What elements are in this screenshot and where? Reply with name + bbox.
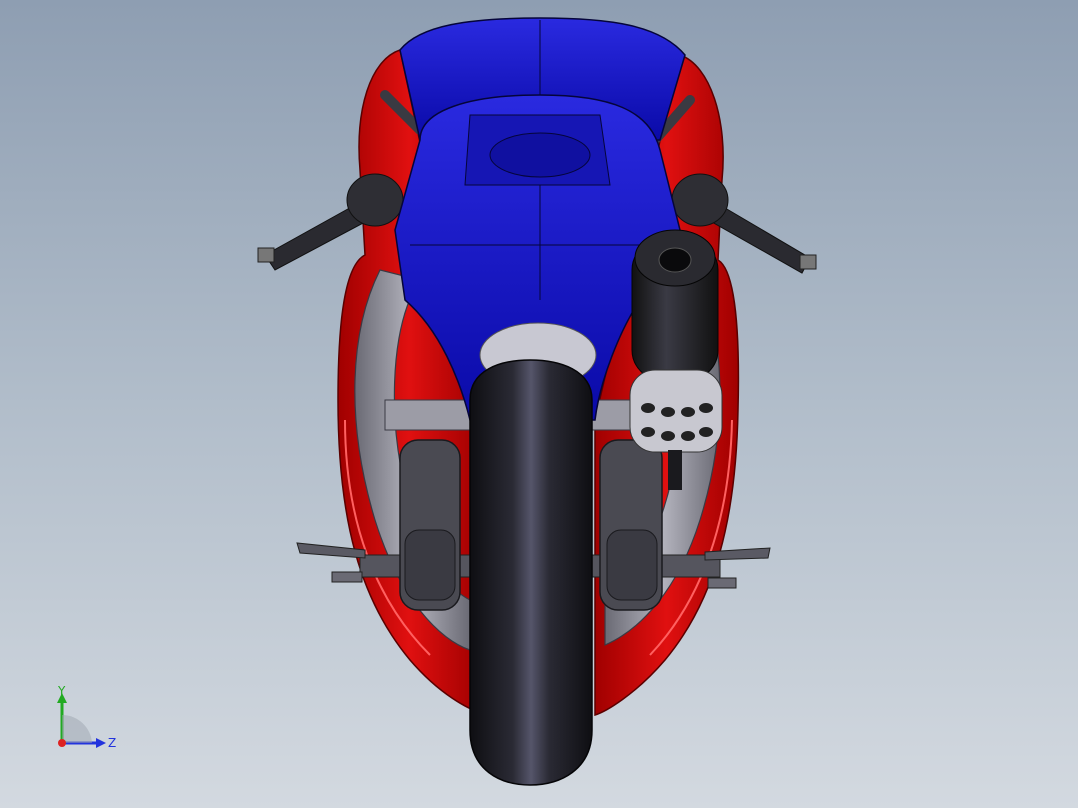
y-axis-label: Y [57,685,66,698]
z-axis-label: Z [108,736,116,750]
coordinate-triad: Y Z [57,685,116,750]
graphics-viewport[interactable]: Y Z [0,0,1078,808]
x-axis-icon [58,739,66,747]
motorcycle-model[interactable] [0,0,1078,808]
front-tire[interactable] [469,359,593,786]
